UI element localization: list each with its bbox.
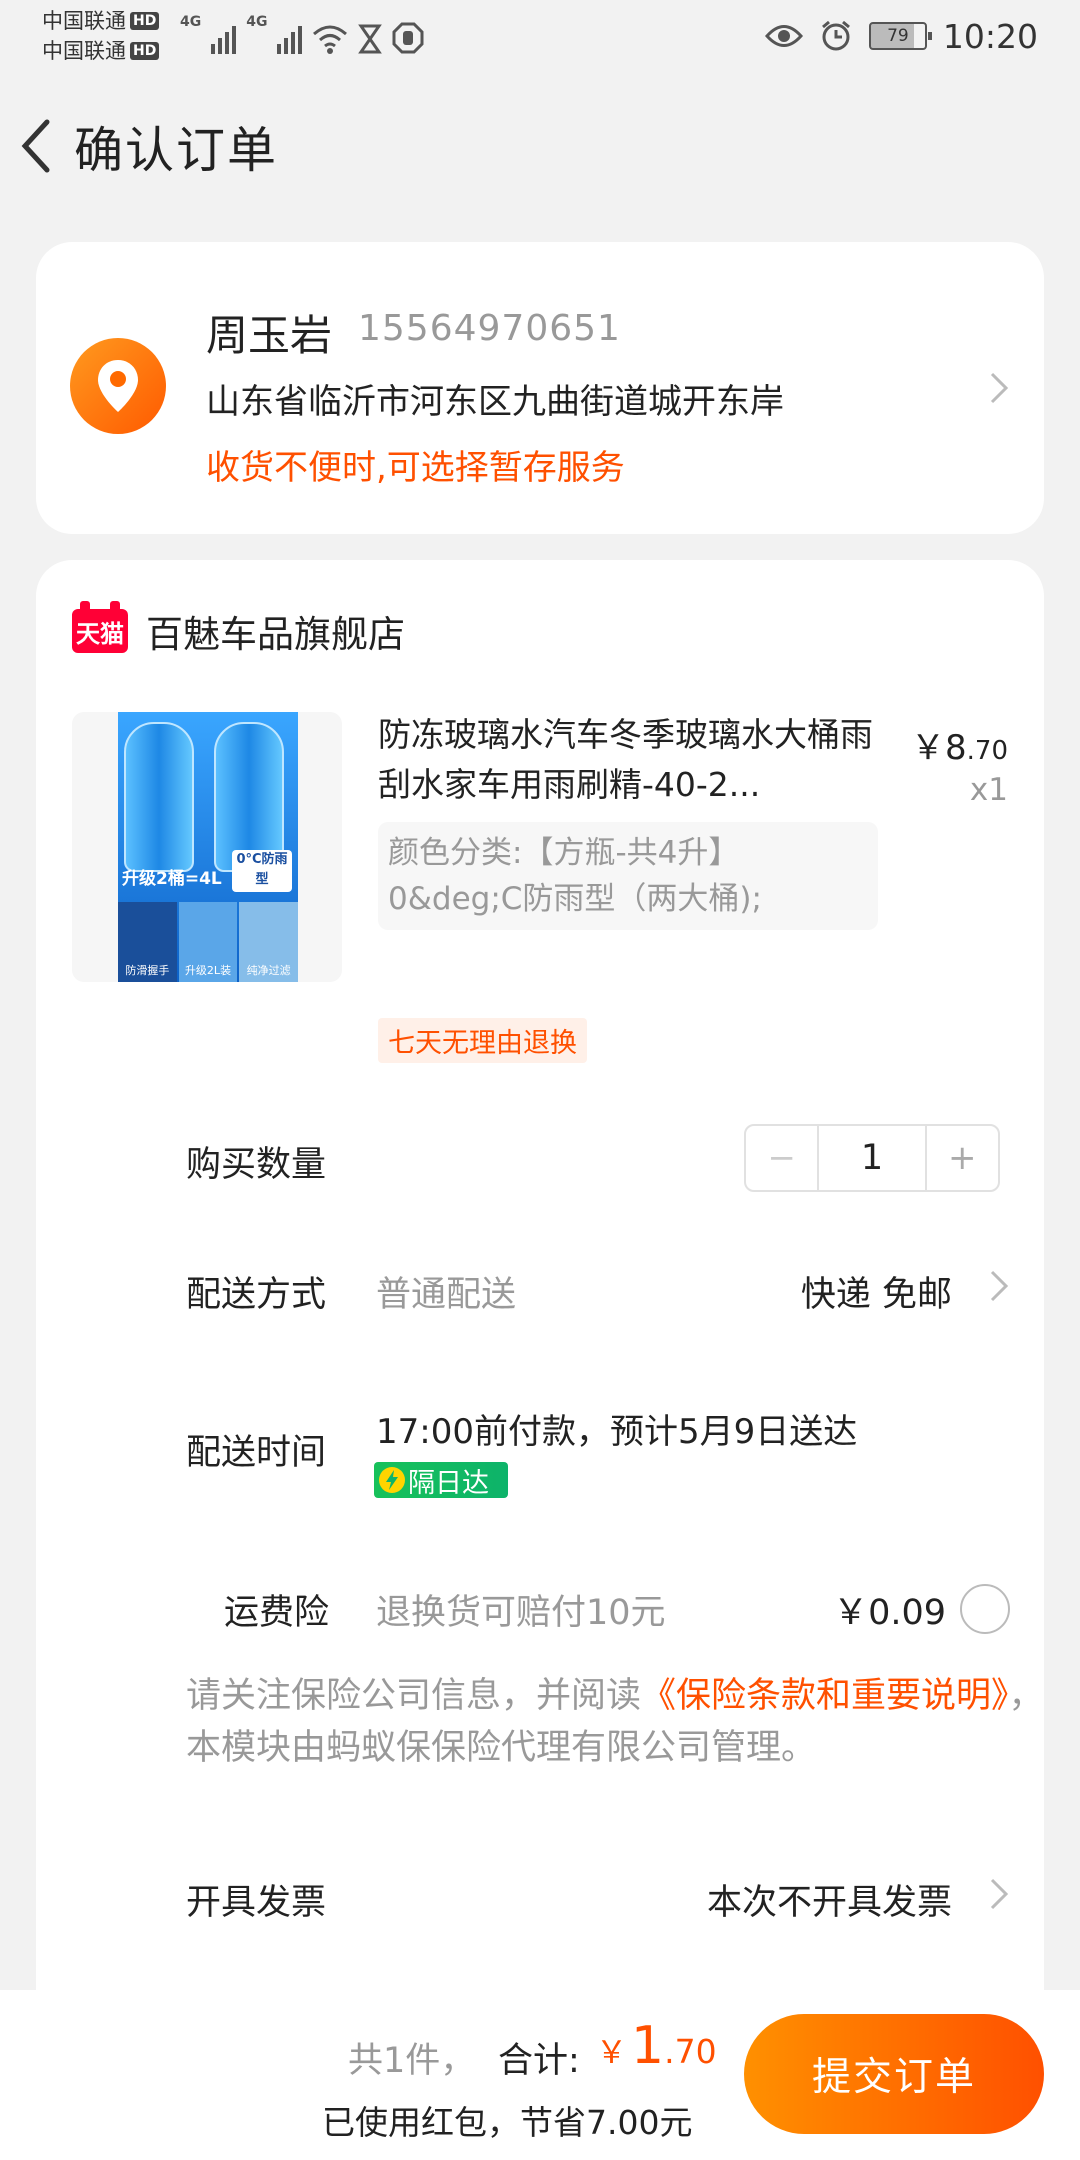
quantity-label: 购买数量 [186, 1145, 327, 1185]
alarm-icon [821, 20, 850, 51]
page-title: 确认订单 [74, 121, 279, 179]
insurance-desc: 退换货可赔付10元 [376, 1593, 666, 1633]
invoice-value[interactable]: 本次不开具发票 [707, 1874, 952, 1925]
wifi-icon [313, 25, 348, 54]
shipping-label: 配送方式 [186, 1275, 327, 1315]
quantity-plus-button[interactable]: + [924, 1124, 1000, 1192]
price-integer: 8 [945, 728, 967, 768]
battery-icon: 79 [868, 22, 932, 50]
product-title[interactable]: 防冻玻璃水汽车冬季玻璃水大桶雨刮水家车用雨刷精-40-2... [378, 710, 898, 810]
address-card[interactable]: 周玉岩 15564970651 山东省临沂市河东区九曲街道城开东岸 收货不便时,… [36, 242, 1044, 534]
hd-badge: HD [130, 42, 160, 60]
shop-name: 百魅车品旗舰店 [146, 613, 405, 656]
next-day-badge: 隔日达 [374, 1462, 508, 1499]
order-card: 天猫 百魅车品旗舰店 升级2桶=4L 0°C防雨型 防滑握手 升级2L装 纯净过… [36, 560, 1044, 2160]
image-upgrade-tag: 升级2桶=4L [122, 869, 222, 889]
insurance-terms-link[interactable]: 《保险条款和重要说明》 [641, 1676, 1009, 1716]
product-image[interactable]: 升级2桶=4L 0°C防雨型 防滑握手 升级2L装 纯净过滤 [72, 712, 342, 982]
total-label: 合计: [498, 2041, 580, 2081]
location-pin-icon [70, 338, 166, 434]
back-button[interactable] [0, 101, 70, 191]
address-detail: 山东省临沂市河东区九曲街道城开东岸 [206, 382, 784, 422]
recipient-phone: 15564970651 [358, 308, 621, 349]
storage-service-hint[interactable]: 收货不便时,可选择暂存服务 [206, 440, 625, 489]
price-decimal: .70 [966, 736, 1008, 766]
image-feature-strip: 防滑握手 升级2L装 纯净过滤 [118, 902, 299, 982]
image-feature: 纯净过滤 [239, 902, 299, 982]
status-right: 79 10:20 [764, 12, 1038, 60]
image-temp-tag: 0°C防雨型 [232, 850, 292, 892]
insurance-label: 运费险 [224, 1593, 330, 1633]
delivery-time-label: 配送时间 [186, 1433, 327, 1473]
bottle-shape [124, 722, 194, 872]
checkout-bar: 共1件， 合计: ￥ 1.70 已使用红包，节省7.00元 提交订单 [0, 1990, 1080, 2160]
shipping-value[interactable]: 快递 免邮 [801, 1266, 952, 1317]
clock: 10:20 [942, 16, 1038, 56]
shop-header[interactable]: 天猫 百魅车品旗舰店 [72, 601, 405, 658]
insurance-radio[interactable] [960, 1584, 1010, 1634]
image-feature: 防滑握手 [118, 902, 177, 982]
chevron-left-icon [21, 119, 50, 173]
signal-icons: 4G 4G [180, 14, 424, 54]
item-count: 共1件， [348, 2041, 476, 2081]
status-bar: 中国联通 HD 中国联通 HD 4G 4G 79 10:20 [0, 0, 1080, 72]
network-type: 4G [246, 14, 268, 30]
page-header: 确认订单 [0, 100, 1080, 192]
savings-text: 已使用红包，节省7.00元 [322, 2103, 693, 2142]
sku-selection[interactable]: 颜色分类:【方瓶-共4升】0&deg;C防雨型（两大桶); [378, 822, 878, 930]
shipping-method: 普通配送 [376, 1275, 517, 1315]
insurance-price: ￥0.09 [833, 1593, 946, 1633]
recipient-name: 周玉岩 [206, 311, 333, 360]
submit-order-button[interactable]: 提交订单 [744, 2014, 1044, 2134]
image-feature: 升级2L装 [178, 902, 238, 982]
total-amount: ￥ 1.70 [596, 2016, 717, 2076]
total-decimal: .70 [664, 2032, 717, 2071]
insurance-notice: 请关注保险公司信息，并阅读《保险条款和重要说明》，本模块由蚂蚁保保险代理有限公司… [186, 1670, 1046, 1774]
signal-icon [211, 26, 237, 54]
invoice-label: 开具发票 [186, 1883, 327, 1923]
return-policy-badge: 七天无理由退换 [378, 1018, 587, 1063]
lightning-icon [379, 1467, 405, 1493]
quantity-stepper: − 1 + [744, 1124, 1000, 1192]
quantity-input[interactable]: 1 [819, 1124, 925, 1192]
product-quantity: x1 [969, 772, 1008, 808]
quantity-minus-button[interactable]: − [744, 1124, 820, 1192]
tmall-logo: 天猫 [72, 601, 128, 653]
currency-symbol: ￥ [911, 728, 945, 768]
next-day-text: 隔日达 [408, 1467, 489, 1499]
carrier-2: 中国联通 [42, 39, 126, 63]
chevron-right-icon [990, 372, 1009, 404]
hourglass-icon [358, 24, 383, 54]
total-integer: 1 [631, 2016, 665, 2076]
eye-icon [764, 25, 803, 47]
chevron-right-icon[interactable] [988, 1268, 1010, 1304]
network-type: 4G [180, 14, 202, 30]
hand-stop-icon [392, 22, 424, 54]
notice-prefix: 请关注保险公司信息，并阅读 [186, 1676, 642, 1716]
hd-badge: HD [130, 12, 160, 30]
product-price: ￥8.70 [911, 720, 1008, 769]
carrier-1: 中国联通 [42, 9, 126, 33]
signal-icon [277, 26, 303, 54]
delivery-time-value: 17:00前付款，预计5月9日送达 [376, 1412, 858, 1452]
chevron-right-icon[interactable] [988, 1876, 1010, 1912]
product-image-art: 升级2桶=4L 0°C防雨型 防滑握手 升级2L装 纯净过滤 [118, 712, 299, 982]
currency-symbol: ￥ [596, 2035, 627, 2071]
carrier-info: 中国联通 HD 中国联通 HD [42, 6, 160, 66]
